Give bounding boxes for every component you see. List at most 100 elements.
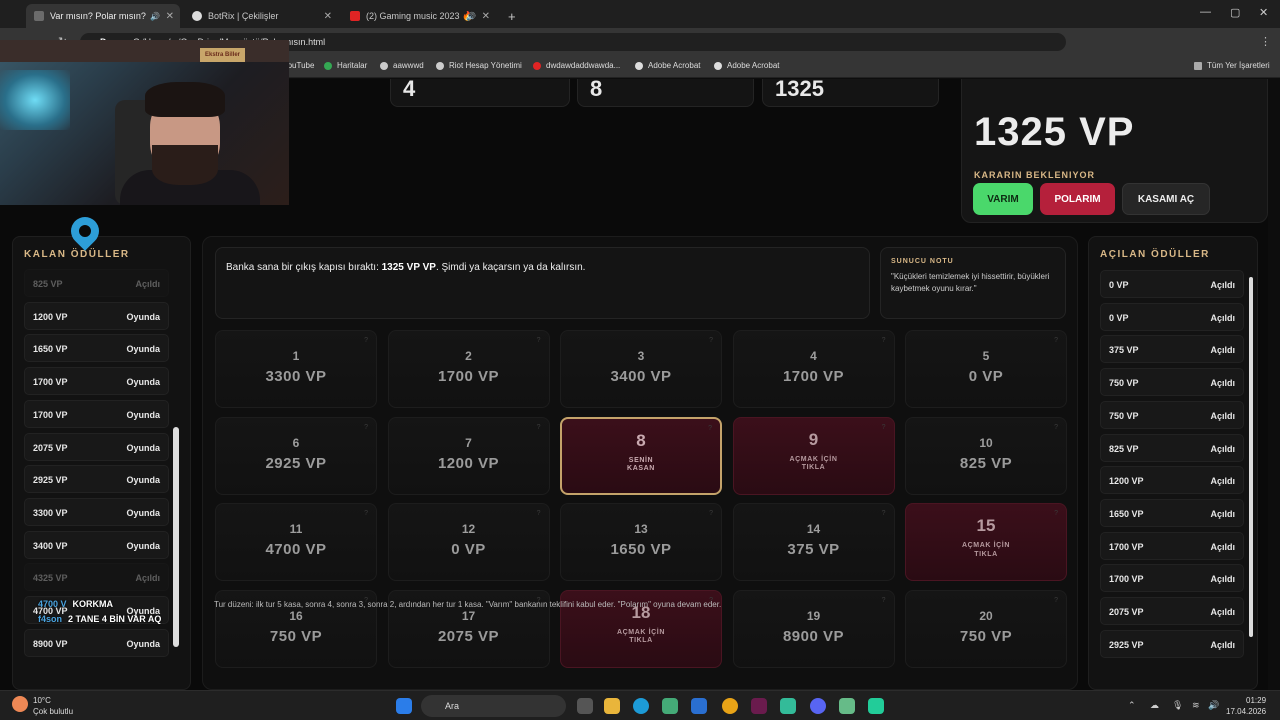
wall-sign: Ekstra Biller: [200, 48, 245, 62]
box-number: 7: [465, 435, 472, 450]
prize-value: 750 VP: [1109, 410, 1139, 421]
box-number: 20: [979, 608, 993, 623]
mic-icon[interactable]: 🎙: [1172, 700, 1183, 711]
box-12: ? 12 0 VP: [387, 503, 550, 581]
close-tab-icon[interactable]: ✕: [166, 11, 174, 22]
chat-message: 4700 V KORKMA: [38, 597, 161, 612]
box-number: 10: [979, 435, 993, 450]
menu-dots-icon[interactable]: ⋮: [1260, 35, 1271, 48]
box-number: 5: [982, 349, 990, 363]
bookmark-adobe-2[interactable]: Adobe Acrobat: [714, 61, 779, 70]
windows-start-icon[interactable]: [396, 698, 412, 714]
box-prize: 1700 VP: [437, 368, 500, 385]
bookmark-riot[interactable]: Riot Hesap Yönetimi: [436, 61, 522, 70]
prize-status: Oyunda: [126, 377, 160, 388]
scrollbar-thumb[interactable]: [1249, 277, 1253, 637]
box-number: 11: [289, 522, 303, 536]
clock[interactable]: 01:29 17.04.2026: [1226, 695, 1266, 717]
prize-row: 2075 VP Açıldı: [1100, 597, 1244, 625]
prize-row: 1650 VP Oyunda: [24, 334, 169, 363]
prize-status: Açıldı: [1210, 280, 1235, 290]
prize-value: 1700 VP: [1109, 574, 1144, 585]
new-tab-button[interactable]: +: [500, 4, 524, 28]
box-7: ? 7 1200 VP: [387, 416, 550, 495]
speaker-icon[interactable]: 🔊: [466, 12, 476, 21]
prize-row: 750 VP Açıldı: [1100, 400, 1244, 429]
close-tab-icon[interactable]: ✕: [482, 11, 490, 22]
file-explorer-icon[interactable]: [604, 698, 620, 714]
varim-button[interactable]: VARIM: [973, 183, 1033, 215]
all-bookmarks[interactable]: Tüm Yer İşaretleri: [1194, 61, 1270, 70]
box-19: ? 19 8900 VP: [732, 589, 895, 668]
bookmark-adobe-1[interactable]: Adobe Acrobat: [635, 61, 700, 70]
box-prize: 1650 VP: [610, 541, 672, 558]
chevron-up-icon[interactable]: ⌃: [1128, 700, 1136, 711]
prize-value: 2075 VP: [1109, 607, 1144, 617]
app-icon[interactable]: [839, 698, 855, 714]
weather-icon[interactable]: [12, 696, 28, 712]
maximize-icon[interactable]: ▢: [1230, 6, 1240, 19]
box-15[interactable]: ? 15 AÇMAK İÇİN TIKLA: [905, 503, 1067, 581]
globe-icon: [34, 11, 44, 21]
prize-status: Oyunda: [126, 311, 160, 322]
prize-status: Açıldı: [1210, 312, 1235, 323]
app-icon[interactable]: [751, 698, 767, 714]
polarim-button[interactable]: POLARIM: [1040, 183, 1115, 215]
prize-value: 825 VP: [33, 279, 63, 289]
prize-row: 3400 VP Oyunda: [24, 530, 169, 559]
prize-row: 4325 VP Açıldı: [24, 563, 169, 592]
message-prefix: Banka sana bir çıkış kapısı bıraktı:: [226, 262, 382, 273]
box-4: ? 4 1700 VP: [732, 330, 895, 408]
tab-botrix[interactable]: BotRix | Çekilişler ✕: [184, 4, 338, 28]
box-number: 2: [465, 349, 472, 363]
kasami-ac-button[interactable]: KASAMI AÇ: [1122, 183, 1210, 215]
store-icon[interactable]: [662, 698, 678, 714]
bookmark-haritalar[interactable]: Haritalar: [324, 61, 367, 70]
mail-icon[interactable]: [691, 698, 707, 714]
lamp-light: [0, 70, 70, 130]
scrollbar-thumb[interactable]: [173, 427, 179, 647]
box-number: 9: [808, 429, 819, 449]
box-9[interactable]: ? 9 AÇMAK İÇİN TIKLA: [732, 416, 895, 495]
app-icon[interactable]: [780, 698, 796, 714]
box-prize: 2925 VP: [265, 454, 327, 472]
prize-value: 1700 VP: [33, 409, 68, 420]
prize-status: Oyunda: [126, 442, 160, 453]
task-view-icon[interactable]: [577, 698, 593, 714]
prize-value: 1700 VP: [33, 377, 68, 388]
weather-widget[interactable]: 10°C Çok bulutlu: [33, 695, 73, 717]
taskbar-search[interactable]: Ara: [421, 695, 566, 717]
app-icon[interactable]: [868, 698, 884, 714]
prize-row: 0 VP Açıldı: [1100, 302, 1244, 331]
chrome-icon[interactable]: [722, 698, 738, 714]
prize-row: 1650 VP Açıldı: [1100, 498, 1244, 527]
minimize-icon[interactable]: —: [1200, 6, 1211, 18]
tab-gaming-music[interactable]: (2) Gaming music 2023 🔥 🔊 ✕: [342, 4, 496, 28]
wifi-icon[interactable]: ≋: [1192, 700, 1200, 711]
box-13: ? 13 1650 VP: [560, 503, 722, 581]
weather-desc: Çok bulutlu: [33, 707, 74, 716]
prize-value: 3300 VP: [33, 507, 68, 518]
speaker-icon[interactable]: 🔊: [150, 12, 160, 21]
taskbar: 10°C Çok bulutlu Ara ⌃ ☁ 🎙 ≋ 🔊 01:29 17.04…: [0, 690, 1280, 720]
offer-amount: 1325 VP: [974, 110, 1135, 154]
box-number: 6: [292, 435, 300, 450]
bookmark-dwdaw[interactable]: dwdawdaddwawda...: [533, 61, 620, 70]
prize-row: 2075 VP Oyunda: [24, 432, 169, 461]
tab-var-misin[interactable]: Var mısın? Polar mısın? 🔊 ✕: [26, 4, 180, 28]
discord-icon[interactable]: [810, 698, 826, 714]
prize-status: Açıldı: [1210, 378, 1235, 389]
prize-value: 2925 VP: [1109, 639, 1144, 650]
volume-icon[interactable]: 🔊: [1208, 700, 1219, 711]
chat-user: f4son: [38, 614, 63, 624]
bookmark-aawwwd[interactable]: aawwwd: [380, 61, 424, 70]
window-close-icon[interactable]: ✕: [1259, 6, 1268, 19]
cloud-icon[interactable]: ☁: [1150, 700, 1159, 711]
edge-icon[interactable]: [633, 698, 649, 714]
box-11: ? 11 4700 VP: [215, 503, 377, 581]
bank-message: Banka sana bir çıkış kapısı bıraktı: 132…: [215, 247, 870, 319]
box-number: 13: [634, 522, 648, 536]
box-14: ? 14 375 VP: [732, 503, 895, 581]
close-tab-icon[interactable]: ✕: [324, 11, 332, 22]
help-icon: ?: [1054, 423, 1058, 431]
